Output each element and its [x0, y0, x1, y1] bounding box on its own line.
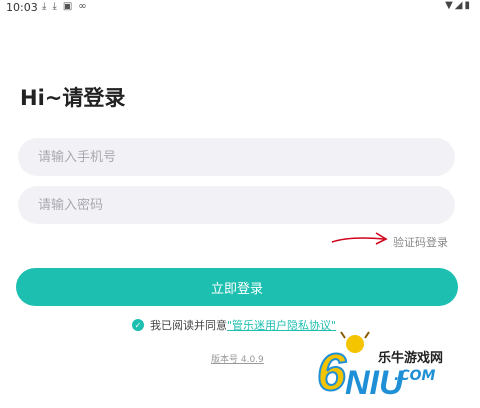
- watermark-site-domain: .COM: [394, 368, 436, 384]
- sms-login-link[interactable]: 验证码登录: [393, 234, 448, 250]
- watermark-site-name: 乐牛游戏网: [378, 351, 444, 366]
- watermark-logo: 6 NIU: [316, 331, 405, 402]
- agreement-text: 我已阅读并同意: [150, 319, 227, 332]
- login-button[interactable]: 立即登录: [16, 268, 458, 306]
- agreement-checkbox[interactable]: ✓: [132, 319, 144, 331]
- svg-text:6: 6: [317, 344, 347, 402]
- agreement-row: ✓ 我已阅读并同意 "管乐迷用户隐私协议": [132, 317, 336, 333]
- download-icon: ⤓: [52, 1, 63, 12]
- a-icon: ▣: [62, 1, 79, 12]
- password-input[interactable]: [18, 197, 455, 213]
- phone-input[interactable]: [18, 149, 455, 165]
- battery-icon: ▮: [464, 0, 472, 11]
- version-label: 版本号 4.0.9: [211, 355, 264, 365]
- annotation-arrow: [331, 232, 388, 245]
- status-left-icons: ⤓⤓▣∞: [42, 1, 93, 12]
- status-time: 10:03: [6, 1, 38, 14]
- phone-field[interactable]: [18, 138, 455, 176]
- wifi-icon: ▼: [445, 0, 455, 11]
- page-title: Hi~请登录: [20, 86, 126, 110]
- password-field[interactable]: [18, 186, 455, 224]
- voicemail-icon: ∞: [78, 1, 93, 12]
- status-right-icons: ▼◢▮: [445, 0, 472, 11]
- status-bar: 10:03 ⤓⤓▣∞ ▼◢▮: [0, 0, 480, 16]
- download-icon: ⤓: [42, 1, 53, 12]
